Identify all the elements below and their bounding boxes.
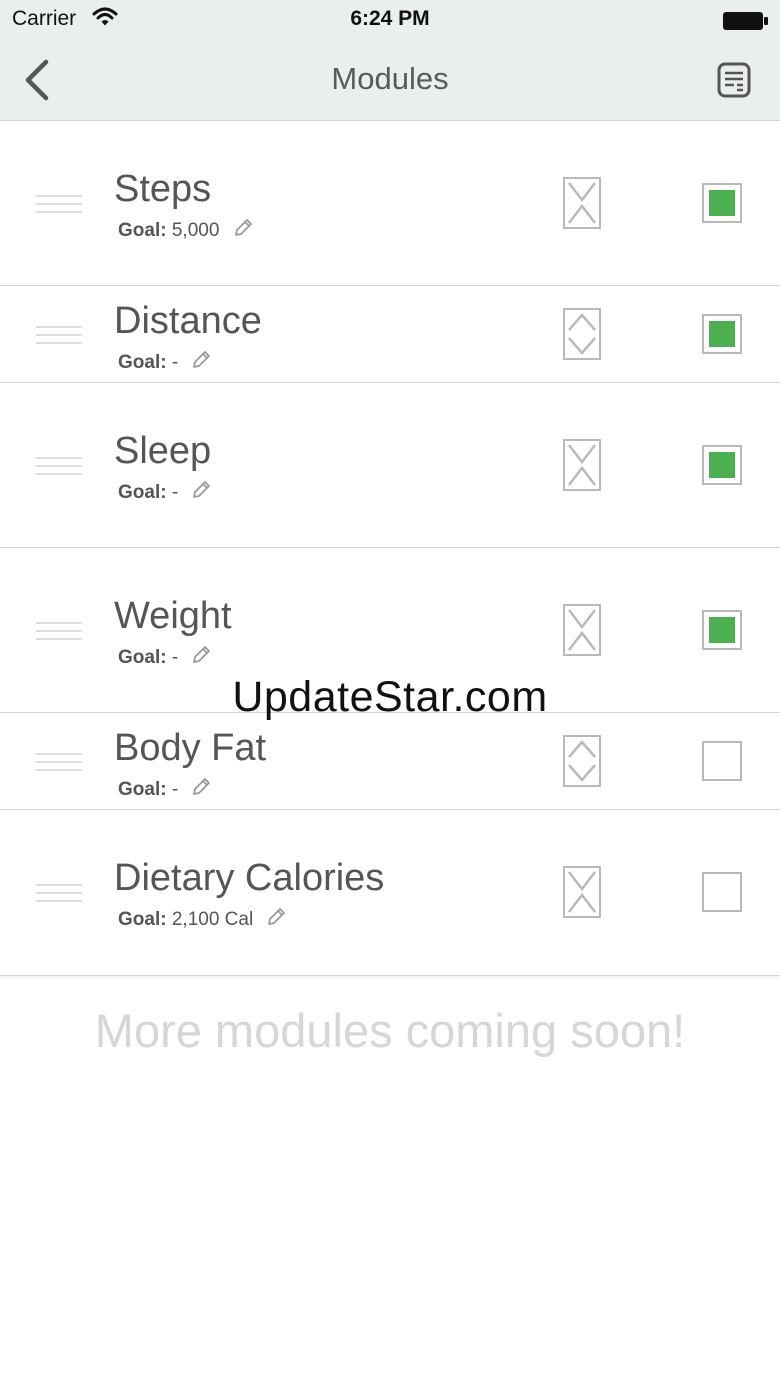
more-modules-message: More modules coming soon!: [94, 1004, 686, 1057]
checkbox-fill: [709, 321, 735, 347]
module-enable-checkbox[interactable]: [702, 741, 742, 781]
module-goal: Goal: 2,100 Cal: [118, 907, 286, 933]
module-row-distance: Distance Goal: -: [0, 286, 780, 383]
goal-label: Goal:: [118, 482, 167, 503]
pencil-icon[interactable]: [191, 480, 211, 506]
drag-handle-icon[interactable]: [36, 325, 82, 345]
goal-value: 5,000: [171, 220, 220, 241]
module-goal: Goal: 5,000: [118, 218, 253, 244]
goal-label: Goal:: [118, 220, 167, 241]
pencil-icon[interactable]: [266, 907, 286, 933]
module-name: Distance: [114, 300, 262, 342]
goal-value: 2,100 Cal: [171, 909, 254, 930]
module-row-sleep: Sleep Goal: -: [0, 383, 780, 548]
sort-expand-icon[interactable]: [563, 308, 601, 360]
module-goal: Goal: -: [118, 480, 211, 506]
goal-label: Goal:: [118, 909, 167, 930]
navigation-bar: Modules: [0, 40, 780, 121]
drag-handle-icon[interactable]: [36, 883, 82, 903]
goal-value: -: [171, 779, 179, 800]
module-name: Weight: [114, 595, 232, 637]
module-enable-checkbox[interactable]: [702, 314, 742, 354]
module-enable-checkbox[interactable]: [702, 183, 742, 223]
checkbox-fill: [709, 190, 735, 216]
module-enable-checkbox[interactable]: [702, 445, 742, 485]
pencil-icon[interactable]: [191, 645, 211, 671]
module-row-steps: Steps Goal: 5,000: [0, 121, 780, 286]
pencil-icon[interactable]: [191, 777, 211, 803]
module-row-body-fat: Body Fat Goal: -: [0, 713, 780, 810]
drag-handle-icon[interactable]: [36, 621, 82, 641]
module-enable-checkbox[interactable]: [702, 610, 742, 650]
pencil-icon[interactable]: [191, 350, 211, 376]
sort-collapse-icon[interactable]: [563, 177, 601, 229]
drag-handle-icon[interactable]: [36, 752, 82, 772]
module-enable-checkbox[interactable]: [702, 872, 742, 912]
watermark: UpdateStar.com: [232, 673, 548, 721]
goal-value: -: [171, 647, 179, 668]
list-icon[interactable]: [716, 62, 752, 98]
drag-handle-icon[interactable]: [36, 194, 82, 214]
sort-expand-icon[interactable]: [563, 735, 601, 787]
module-goal: Goal: -: [118, 777, 211, 803]
checkbox-fill: [709, 452, 735, 478]
module-name: Sleep: [114, 430, 212, 472]
page-title: Modules: [331, 61, 449, 96]
checkbox-fill: [709, 617, 735, 643]
sort-collapse-icon[interactable]: [563, 604, 601, 656]
module-goal: Goal: -: [118, 350, 211, 376]
goal-label: Goal:: [118, 647, 167, 668]
status-time: 6:24 PM: [350, 7, 430, 30]
module-goal: Goal: -: [118, 645, 211, 671]
battery-icon: [722, 10, 770, 37]
sort-collapse-icon[interactable]: [563, 866, 601, 918]
module-name: Steps: [114, 168, 212, 210]
module-list: Steps Goal: 5,000 Distance Goal: - Sleep…: [0, 121, 780, 976]
goal-value: -: [171, 482, 179, 503]
goal-label: Goal:: [118, 779, 167, 800]
module-name: Dietary Calories: [114, 857, 385, 899]
pencil-icon[interactable]: [233, 218, 253, 244]
goal-label: Goal:: [118, 352, 167, 373]
module-name: Body Fat: [114, 727, 267, 769]
goal-value: -: [171, 352, 179, 373]
sort-collapse-icon[interactable]: [563, 439, 601, 491]
status-bar: Carrier 6:24 PM: [0, 0, 780, 40]
drag-handle-icon[interactable]: [36, 456, 82, 476]
module-row-dietary-calories: Dietary Calories Goal: 2,100 Cal: [0, 810, 780, 975]
